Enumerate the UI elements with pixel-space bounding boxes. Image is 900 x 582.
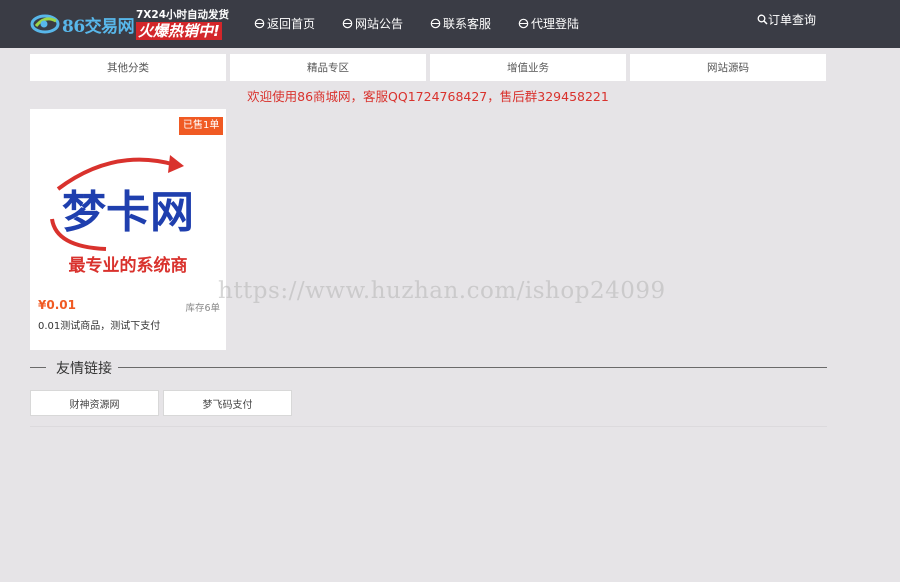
refresh-icon [342,18,353,29]
refresh-icon [518,18,529,29]
nav-label: 代理登陆 [531,17,580,31]
site-logo[interactable]: 86交易网 [30,10,135,38]
watermark-text: https://www.huzhan.com/ishop24099 [218,278,666,304]
heading-line-left [30,367,46,368]
product-stock: 库存6单 [185,303,220,314]
nav-home[interactable]: 返回首页 [254,15,315,32]
promo-line-2: 火爆热销中! [136,22,222,40]
order-query-label: 订单查询 [768,13,817,27]
category-value-added[interactable]: 增值业务 [430,54,626,81]
nav-label: 联系客服 [443,17,492,31]
footer-divider [30,426,827,427]
logo-text: 86交易网 [62,16,135,37]
logo-swirl-icon [30,14,60,34]
product-image-title: 梦卡网 [62,187,194,238]
sold-count-badge: 已售1单 [179,117,224,135]
top-header: 86交易网 7X24小时自动发货 火爆热销中! 返回首页 网站公告 联系客服 代… [0,0,900,48]
nav-announcement[interactable]: 网站公告 [342,15,403,32]
product-price: ¥0.01 [38,298,76,312]
friend-link[interactable]: 梦飞码支付 [163,390,292,416]
category-other[interactable]: 其他分类 [30,54,226,81]
product-image-slogan: 最专业的系统商 [69,255,188,276]
product-name: 0.01测试商品，测试下支付 [38,321,161,332]
friend-links-list: 财神资源网 梦飞码支付 [30,390,296,416]
product-image: 梦卡网 最专业的系统商 [50,155,194,276]
category-featured[interactable]: 精品专区 [230,54,426,81]
promo-banner: 7X24小时自动发货 火爆热销中! [136,9,242,41]
category-source-code[interactable]: 网站源码 [630,54,826,81]
refresh-icon [254,18,265,29]
heading-line-right [114,367,827,368]
refresh-icon [430,18,441,29]
product-card[interactable]: 已售1单 梦卡网 最专业的系统商 ¥0.01 库存6单 0.01测试商品，测试下… [30,109,226,350]
order-query-link[interactable]: 订单查询 [757,11,816,28]
welcome-notice: 欢迎使用86商城网，客服QQ1724768427，售后群329458221 [247,89,609,104]
category-tabs: 其他分类 精品专区 增值业务 网站源码 [30,54,830,81]
promo-line-1: 7X24小时自动发货 [136,9,230,21]
main-nav: 返回首页 网站公告 联系客服 代理登陆 [254,15,606,32]
friend-link[interactable]: 财神资源网 [30,390,159,416]
nav-label: 网站公告 [355,17,404,31]
search-icon [757,14,768,25]
nav-agent-login[interactable]: 代理登陆 [518,15,579,32]
nav-contact-service[interactable]: 联系客服 [430,15,491,32]
friend-links-heading: 友情链接 [30,358,827,378]
friend-links-title: 友情链接 [50,358,118,378]
nav-label: 返回首页 [267,17,316,31]
